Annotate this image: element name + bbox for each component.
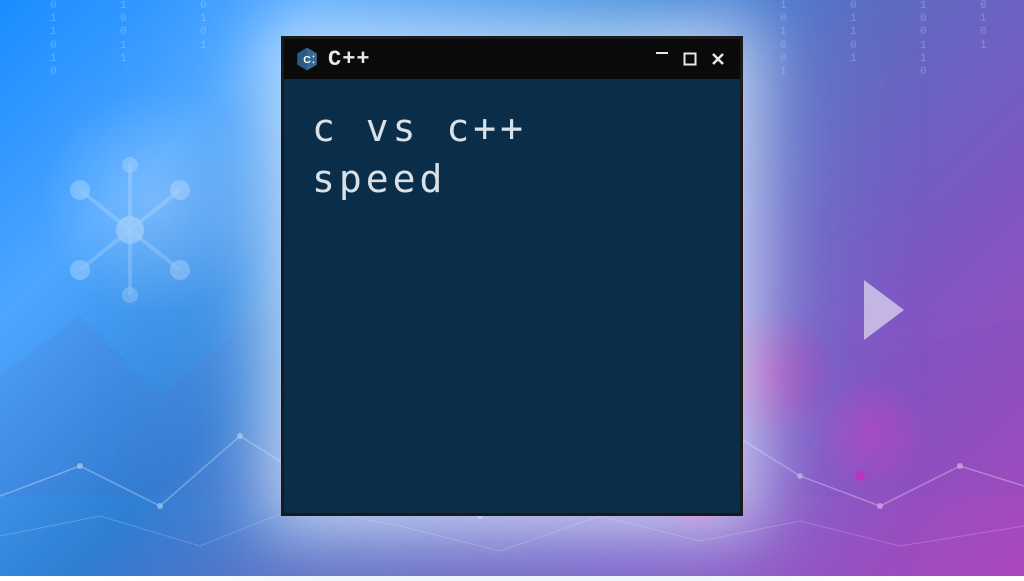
molecule-decoration	[40, 140, 220, 320]
titlebar[interactable]: C + + C++	[284, 39, 740, 79]
terminal-line-2: speed	[312, 154, 712, 205]
minimize-button[interactable]	[650, 47, 674, 71]
close-button[interactable]	[706, 47, 730, 71]
window-title: C++	[328, 47, 642, 72]
play-triangle-decoration	[864, 280, 904, 340]
terminal-window: C + + C++ c vs c++ speed	[281, 36, 743, 516]
svg-text:C: C	[303, 54, 311, 66]
window-controls	[650, 47, 730, 71]
terminal-body: c vs c++ speed	[284, 79, 740, 230]
svg-text:+: +	[312, 55, 315, 60]
svg-text:+: +	[312, 61, 315, 66]
cpp-logo-icon: C + +	[294, 46, 320, 72]
maximize-button[interactable]	[678, 47, 702, 71]
terminal-line-1: c vs c++	[312, 103, 712, 154]
